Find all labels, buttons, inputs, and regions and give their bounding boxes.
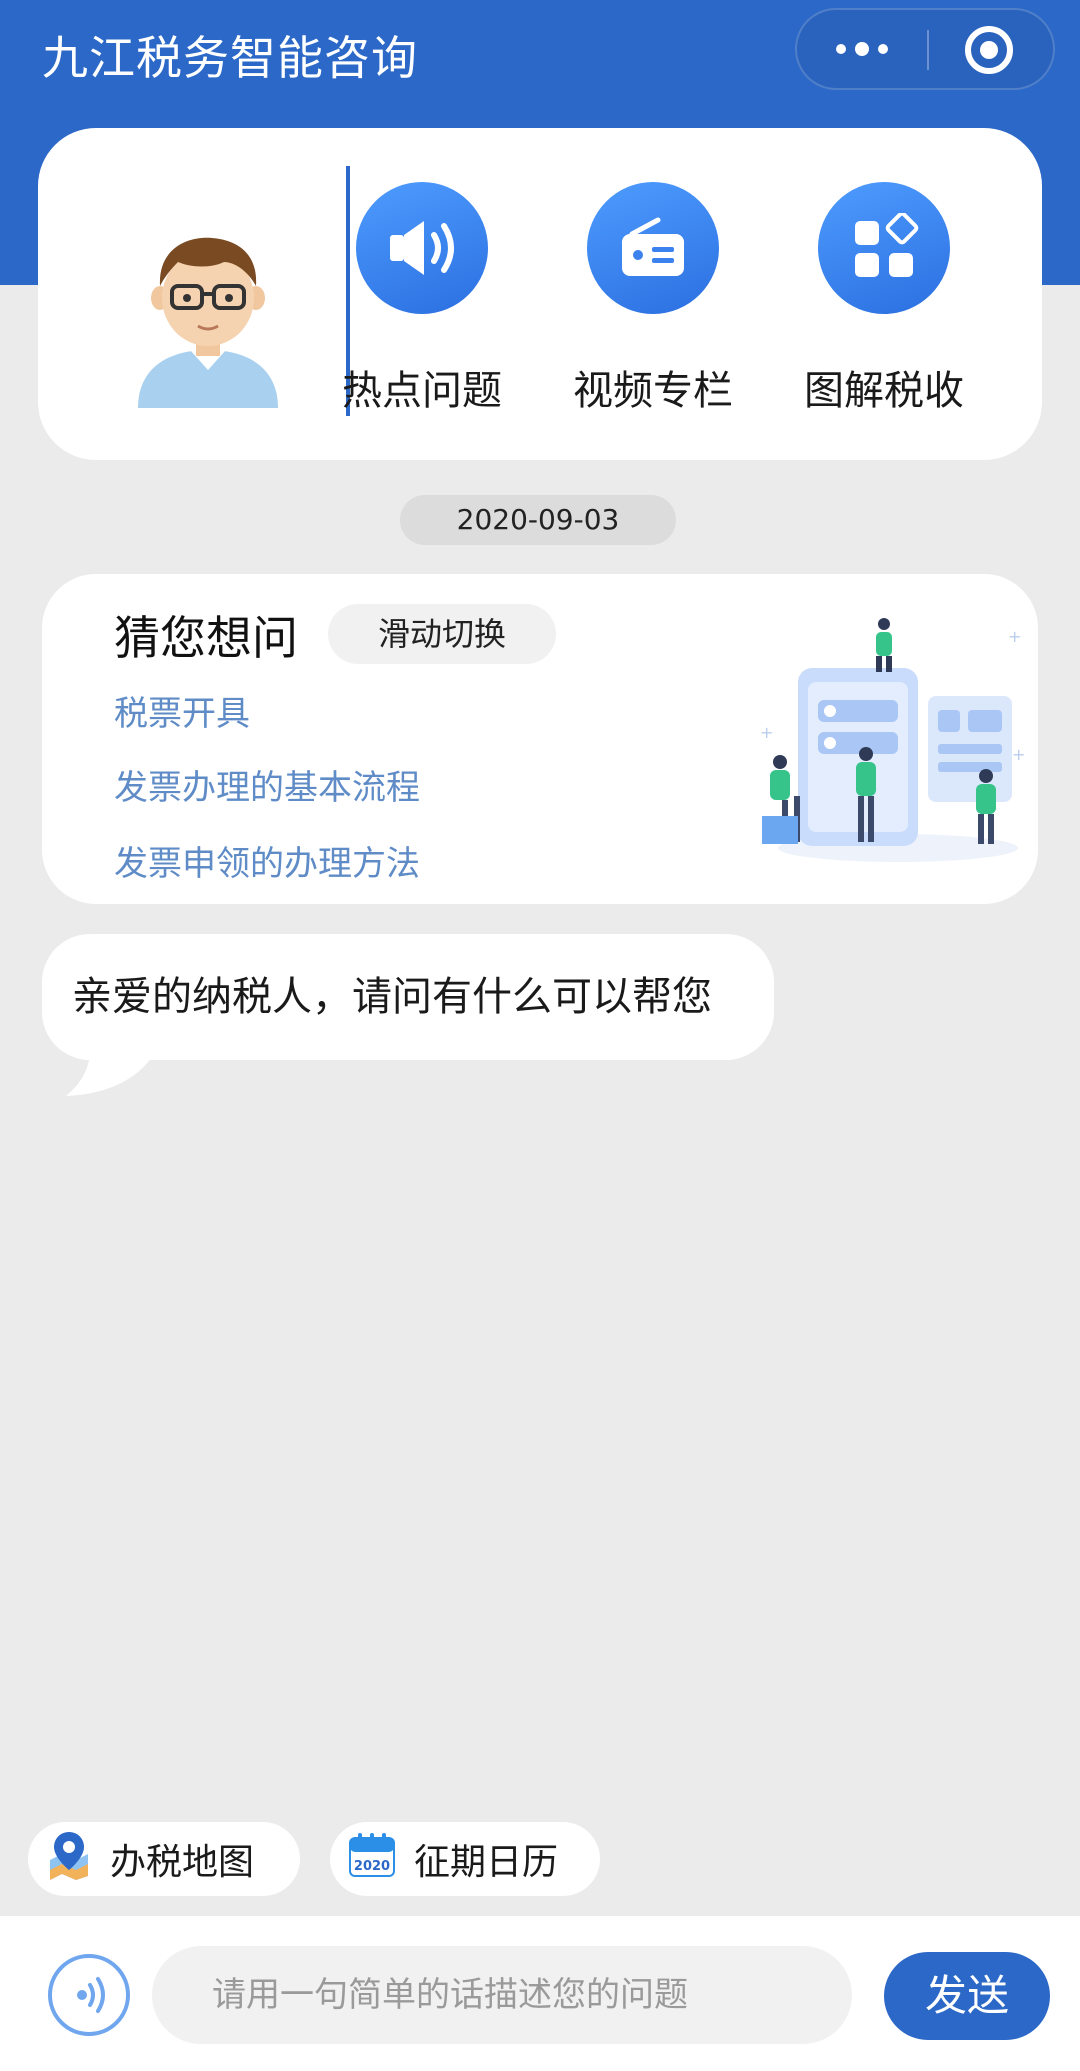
guess-link[interactable]: 税票开具 bbox=[114, 686, 250, 735]
radio-icon bbox=[587, 182, 719, 314]
mini-program-capsule bbox=[795, 8, 1055, 90]
swipe-switch-button[interactable]: 滑动切换 bbox=[328, 604, 556, 664]
svg-text:+: + bbox=[760, 723, 773, 742]
menu-video-column[interactable]: 视频专栏 bbox=[553, 182, 753, 416]
quick-map-button[interactable]: 办税地图 bbox=[28, 1822, 300, 1896]
menu-tax-graphics[interactable]: 图解税收 bbox=[784, 182, 984, 416]
voice-input-button[interactable] bbox=[48, 1954, 130, 2036]
speaker-icon bbox=[356, 182, 488, 314]
app-title: 九江税务智能咨询 bbox=[42, 31, 418, 85]
send-button[interactable]: 发送 bbox=[884, 1952, 1050, 2040]
quick-label: 征期日历 bbox=[414, 1842, 559, 1883]
menu-label: 图解税收 bbox=[804, 368, 964, 414]
guess-link[interactable]: 发票办理的基本流程 bbox=[114, 760, 420, 809]
quick-menu-card: 热点问题 视频专栏 图解税收 bbox=[38, 128, 1042, 460]
capsule-divider bbox=[927, 30, 929, 70]
assistant-avatar bbox=[128, 228, 288, 408]
quick-calendar-button[interactable]: 2020 征期日历 bbox=[330, 1822, 600, 1896]
grid-icon bbox=[818, 182, 950, 314]
team-illustration: + + + bbox=[758, 610, 1028, 880]
guess-card: 猜您想问 滑动切换 税票开具 发票办理的基本流程 发票申领的办理方法 + + + bbox=[42, 574, 1038, 904]
svg-text:2020: 2020 bbox=[354, 1859, 390, 1874]
guess-link[interactable]: 发票申领的办理方法 bbox=[114, 836, 420, 885]
voice-wave-icon bbox=[77, 1977, 105, 2013]
more-menu-icon[interactable] bbox=[797, 10, 927, 88]
map-pin-icon bbox=[46, 1830, 92, 1889]
svg-text:+: + bbox=[1012, 745, 1025, 764]
bubble-tail bbox=[66, 1040, 162, 1096]
date-divider: 2020-09-03 bbox=[400, 495, 676, 545]
calendar-icon: 2020 bbox=[348, 1832, 396, 1887]
question-input[interactable]: 请用一句简单的话描述您的问题 bbox=[152, 1946, 852, 2044]
menu-hot-questions[interactable]: 热点问题 bbox=[322, 182, 522, 416]
menu-label: 热点问题 bbox=[342, 368, 502, 414]
input-bar: 请用一句简单的话描述您的问题 发送 bbox=[0, 1916, 1080, 2071]
menu-label: 视频专栏 bbox=[573, 368, 733, 414]
quick-label: 办税地图 bbox=[110, 1842, 255, 1883]
guess-title: 猜您想问 bbox=[114, 611, 298, 665]
close-target-icon[interactable] bbox=[965, 26, 1013, 74]
svg-text:+: + bbox=[1008, 627, 1021, 646]
